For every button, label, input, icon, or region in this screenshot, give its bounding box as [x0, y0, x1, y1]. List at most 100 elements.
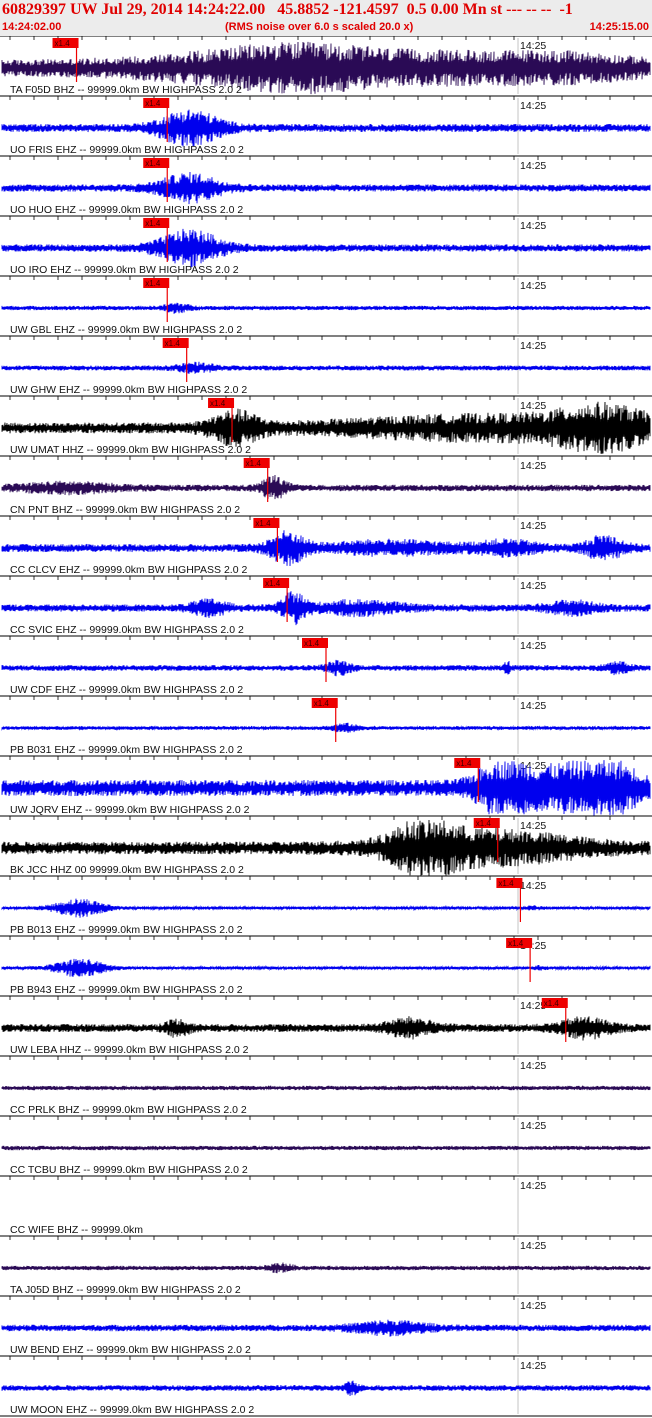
- pick-label: x1.4: [145, 279, 161, 288]
- pick-label: x1.4: [165, 339, 181, 348]
- trace-row: 14:25 x1.4 CC SVIC EHZ -- 99999.0km BW HIG…: [0, 575, 652, 636]
- pick-label: x1.4: [246, 459, 262, 468]
- pick-marker[interactable]: x1.4: [143, 278, 170, 322]
- station-label: UW GBL EHZ -- 99999.0km BW HIGHPASS 2.0 …: [10, 324, 242, 336]
- waveform: [1, 1262, 651, 1274]
- pick-marker[interactable]: x1.4: [496, 878, 523, 922]
- tick-label: 14:25: [520, 520, 546, 532]
- waveform: [1, 722, 651, 733]
- waveform: [1, 302, 651, 314]
- pick-label: x1.4: [265, 579, 281, 588]
- station-label: PB B013 EHZ -- 99999.0km BW HIGHPASS 2.0…: [10, 924, 243, 936]
- tick-label: 14:25: [520, 1360, 546, 1372]
- trace-row: 14:25 x1.4 UW UMAT HHZ -- 99999.0km BW HIG…: [0, 395, 652, 456]
- pick-label: x1.4: [55, 39, 71, 48]
- station-label: UW CDF EHZ -- 99999.0km BW HIGHPASS 2.0 …: [10, 684, 243, 696]
- pick-label: x1.4: [145, 99, 161, 108]
- waveform: [1, 1016, 651, 1041]
- tick-label: 14:25: [520, 220, 546, 232]
- pick-label: x1.4: [145, 159, 161, 168]
- pick-label: x1.4: [210, 399, 226, 408]
- pick-label: x1.4: [456, 759, 472, 768]
- station-label: CC SVIC EHZ -- 99999.0km BW HIGHPASS 2.0…: [10, 624, 244, 636]
- tick-label: 14:25: [520, 580, 546, 592]
- trace-row: 14:25 x1.4 PB B013 EHZ -- 99999.0km BW HIG…: [0, 875, 652, 936]
- station-label: UW GHW EHZ -- 99999.0km BW HIGHPASS 2.0 …: [10, 384, 247, 396]
- trace-row: 14:25x1.4PB B943 EHZ -- 99999.0km BW HIG…: [0, 935, 652, 996]
- trace-row: 14:25 x1.4 UO FRIS EHZ -- 99999.0km BW HIG…: [0, 95, 652, 156]
- station-label: TA F05D BHZ -- 99999.0km BW HIGHPASS 2.0…: [10, 84, 242, 96]
- tick-label: 14:25: [520, 1120, 546, 1132]
- waveform: [1, 1145, 651, 1151]
- pick-marker[interactable]: x1.4: [162, 338, 189, 382]
- station-label: UO HUO EHZ -- 99999.0km BW HIGHPASS 2.0 …: [10, 204, 243, 216]
- station-label: PB B031 EHZ -- 99999.0km BW HIGHPASS 2.0…: [10, 744, 243, 756]
- tick-label: 14:25: [520, 1180, 546, 1192]
- trace-row: 14:25 UW BEND EHZ -- 99999.0km BW HIGHPAS…: [0, 1295, 652, 1356]
- tick-label: 14:25: [520, 160, 546, 172]
- waveform: [1, 958, 651, 977]
- waveform: [1, 228, 651, 268]
- trace-row: 14:25 x1.4 UO HUO EHZ -- 99999.0km BW HIGH…: [0, 155, 652, 216]
- trace-row: 14:25 x1.4 CN PNT BHZ -- 99999.0km BW HIGH…: [0, 455, 652, 516]
- station-label: CC PRLK BHZ -- 99999.0km BW HIGHPASS 2.0…: [10, 1104, 247, 1116]
- station-label: CC TCBU BHZ -- 99999.0km BW HIGHPASS 2.0…: [10, 1164, 248, 1176]
- pick-label: x1.4: [508, 939, 524, 948]
- trace-row: 14:25 x1.4 PB B031 EHZ -- 99999.0km BW HIG…: [0, 695, 652, 756]
- tick-label: 14:25: [520, 640, 546, 652]
- pick-marker[interactable]: x1.4: [302, 638, 328, 682]
- station-label: UW MOON EHZ -- 99999.0km BW HIGHPASS 2.0…: [10, 1404, 254, 1416]
- end-time: 14:25:15.00: [589, 21, 649, 33]
- station-label: UO IRO EHZ -- 99999.0km BW HIGHPASS 2.0 …: [10, 264, 239, 276]
- trace-row: 14:25 TA J05D BHZ -- 99999.0km BW HIGHPAS…: [0, 1235, 652, 1296]
- waveform: [1, 171, 651, 205]
- waveform: [1, 109, 651, 147]
- station-label: UW JQRV EHZ -- 99999.0km BW HIGHPASS 2.0…: [10, 804, 250, 816]
- pick-marker[interactable]: x1.4: [263, 578, 290, 622]
- station-label: CC CLCV EHZ -- 99999.0km BW HIGHPASS 2.0…: [10, 564, 247, 576]
- pick-label: x1.4: [498, 879, 514, 888]
- seismogram-panel: 14:25 x1.4 TA F05D BHZ -- 99999.0km BW HIG…: [0, 36, 652, 1417]
- station-label: CN PNT BHZ -- 99999.0km BW HIGHPASS 2.0 …: [10, 504, 240, 516]
- station-label: UW LEBA HHZ -- 99999.0km BW HIGHPASS 2.0…: [10, 1044, 249, 1056]
- trace-row: 14:25 x1.4 UW GBL EHZ -- 99999.0km BW HIGH…: [0, 275, 652, 336]
- trace-row: 14:25 x1.4 UO IRO EHZ -- 99999.0km BW HIGH…: [0, 215, 652, 276]
- trace-row: 14:25 CC WIFE BHZ -- 99999.0km: [0, 1175, 652, 1236]
- waveform: [1, 591, 651, 626]
- waveform: [1, 898, 651, 918]
- waveform: [1, 1085, 651, 1091]
- trace-row: 14:25x1.4UW LEBA HHZ -- 99999.0km BW HIG…: [0, 995, 652, 1056]
- rms-note: (RMS noise over 6.0 s scaled 20.0 x): [225, 21, 414, 33]
- pick-marker[interactable]: x1.4: [311, 698, 338, 742]
- trace-row: 14:25 x1.4 CC CLCV EHZ -- 99999.0km BW HIG…: [0, 515, 652, 576]
- tick-label: 14:25: [520, 820, 546, 832]
- tick-label: 14:25: [520, 400, 546, 412]
- station-label: PB B943 EHZ -- 99999.0km BW HIGHPASS 2.0…: [10, 984, 243, 996]
- waveform: [1, 1319, 651, 1337]
- pick-label: x1.4: [255, 519, 271, 528]
- tick-label: 14:25: [520, 40, 546, 52]
- trace-row: 14:25x1.4UW JQRV EHZ -- 99999.0km BW HIG…: [0, 755, 652, 816]
- tick-label: 14:25: [520, 1060, 546, 1072]
- pick-marker[interactable]: x1.4: [506, 938, 533, 982]
- trace-row: 14:25 x1.4 BK JCC HHZ 00 99999.0km BW HIGH…: [0, 815, 652, 876]
- pick-marker[interactable]: x1.4: [243, 458, 270, 502]
- trace-row: 14:25 x1.4 UW GHW EHZ -- 99999.0km BW HIGH…: [0, 335, 652, 396]
- pick-label: x1.4: [145, 219, 161, 228]
- pick-marker[interactable]: x1.4: [541, 998, 568, 1042]
- tick-label: 14:25: [520, 280, 546, 292]
- station-label: UW BEND EHZ -- 99999.0km BW HIGHPASS 2.0…: [10, 1344, 251, 1356]
- trace-row: 14:25 x1.4 TA F05D BHZ -- 99999.0km BW HIG…: [0, 36, 652, 96]
- trace-row: 14:25 CC TCBU BHZ -- 99999.0km BW HIGHPAS…: [0, 1115, 652, 1176]
- start-time: 14:24:02.00: [2, 21, 62, 33]
- station-label: UW UMAT HHZ -- 99999.0km BW HIGHPASS 2.0…: [10, 444, 251, 456]
- pick-label: x1.4: [304, 639, 320, 648]
- waveform: [1, 530, 651, 567]
- station-label: CC WIFE BHZ -- 99999.0km: [10, 1224, 143, 1236]
- tick-label: 14:25: [520, 100, 546, 112]
- pick-label: x1.4: [314, 699, 330, 708]
- waveform: [1, 361, 651, 374]
- tick-label: 14:25: [520, 340, 546, 352]
- waveform: [1, 474, 651, 500]
- trace-row: 14:25 UW MOON EHZ -- 99999.0km BW HIGHPAS…: [0, 1355, 652, 1416]
